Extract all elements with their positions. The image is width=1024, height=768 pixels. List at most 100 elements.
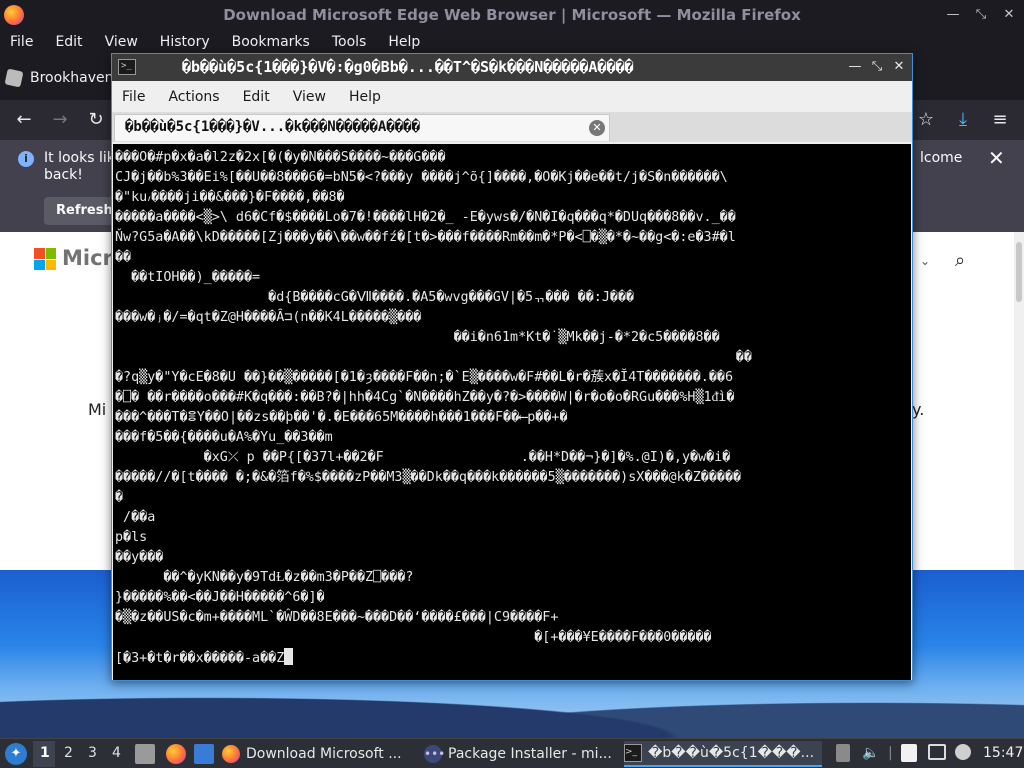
terminal-line: [�3+�t�r��x�����-a��Z [115, 648, 909, 668]
terminal-line: �[+���¥E����F���0����� [115, 630, 712, 645]
microsoft-logo-icon [34, 248, 56, 270]
terminal-line: ��y��� [115, 550, 164, 565]
firefox-launcher-icon[interactable] [166, 744, 186, 764]
restore-icon[interactable]: ⤡ [870, 58, 884, 76]
terminal-line: �xG⤫ p ��P{[�37l+��2�F .��H*D��¬}�]�%.@I… [115, 450, 731, 465]
close-icon[interactable]: ✕ [988, 146, 1005, 170]
terminal-tabbar: �b��ù�5c{1���}�V...�k���N�����A���� ✕ [112, 112, 912, 142]
display-icon[interactable] [928, 744, 946, 760]
terminal-line: �d{B����cG�Ⅶ����.�A5�wvg���GV|�5ᆩ��� ��:… [115, 290, 635, 305]
restore-icon[interactable]: ⤡ [972, 6, 990, 24]
clipboard-icon[interactable] [836, 744, 850, 762]
firefox-icon [222, 745, 240, 763]
terminal-titlebar[interactable]: >_ �b��ù�5c{1���}�V�:�g0�Bb�...��T^�S�k�… [112, 54, 912, 81]
terminal-line: Ňw?G5a�A��\kD�����[Zj���y��\��w��fź�[t�>… [115, 230, 736, 245]
terminal-line: ��tIOH��)_�����= [115, 270, 261, 285]
firefox-menubar: File Edit View History Bookmarks Tools H… [0, 30, 1024, 54]
firefox-window-controls: — ⤡ ✕ [944, 6, 1018, 24]
terminal-line: �⎕� ��r����o���#K�q���:��B?�|hh�4Cg`�N��… [115, 390, 735, 405]
terminal-menu-actions[interactable]: Actions [168, 89, 219, 105]
hamburger-menu-icon[interactable]: ≡ [988, 108, 1012, 132]
search-icon[interactable]: ⌕ [955, 250, 975, 271]
notification-text-right: lcome [920, 150, 963, 166]
page-text-left: Mi [88, 400, 107, 419]
terminal-tab[interactable]: �b��ù�5c{1���}�V...�k���N�����A���� ✕ [114, 114, 610, 141]
terminal-line: CJ�j��b%3��Ei%[��U��8���6�=bN5�<?���y ��… [115, 170, 728, 185]
task-package-installer[interactable]: ••• Package Installer - mi... [424, 741, 620, 767]
minimize-icon[interactable]: — [848, 58, 862, 76]
start-menu-icon[interactable]: ✦ [5, 743, 27, 765]
task-label: �b��ù�5c{1���... [648, 745, 815, 761]
volume-icon[interactable]: 🔈 [862, 745, 879, 761]
workspace-4[interactable]: 4 [112, 745, 121, 761]
terminal-line: p�ls [115, 530, 148, 545]
download-icon[interactable]: ⤓ [951, 108, 975, 132]
desktop-icon[interactable] [194, 744, 214, 764]
terminal-menu-edit[interactable]: Edit [243, 89, 270, 105]
terminal-window-controls: — ⤡ ✕ [848, 58, 906, 76]
terminal-app-icon: >_ [118, 59, 136, 75]
terminal-line: � [115, 490, 124, 505]
terminal-icon: >_ [624, 744, 642, 762]
workspace-1[interactable]: 1 [40, 745, 50, 761]
terminal-line: ���O�#p�x�a�l2z�2x[�(�y�N���S����~���G��… [115, 150, 446, 165]
terminal-menu-file[interactable]: File [122, 89, 145, 105]
terminal-output[interactable]: ���O�#p�x�a�l2z�2x[�(�y�N���S����~���G��… [113, 144, 911, 680]
clock: 15:47 [983, 745, 1024, 761]
terminal-line: ���^���T�ⴻY��O|��zs��ϸ��'�.�E���65M����h… [115, 410, 568, 425]
info-icon: i [18, 151, 34, 167]
menu-help[interactable]: Help [388, 34, 431, 50]
workspace-3[interactable]: 3 [88, 745, 97, 761]
bookmark-star-icon[interactable]: ☆ [914, 108, 938, 132]
close-tab-icon[interactable]: ✕ [589, 120, 605, 136]
terminal-line: /��a [115, 510, 156, 525]
close-icon[interactable]: ✕ [892, 58, 906, 76]
terminal-line: }�����%��<��J��H�����^6�]� [115, 590, 325, 605]
terminal-tab-label: �b��ù�5c{1���}�V...�k���N�����A���� [125, 119, 421, 135]
task-firefox[interactable]: Download Microsoft ... [222, 741, 418, 767]
network-icon[interactable] [955, 744, 971, 760]
back-arrow-icon[interactable]: ← [12, 108, 36, 132]
browser-tab[interactable]: Brookhaven [4, 62, 116, 94]
terminal-line: �"ku៸����ji��&���}�F����,��8� [115, 190, 345, 205]
terminal-line: �� [115, 250, 132, 265]
separator-icon: | [888, 745, 893, 761]
menu-view[interactable]: View [105, 34, 149, 50]
terminal-line: �� [115, 350, 752, 365]
task-label: Download Microsoft ... [246, 746, 402, 762]
file-manager-icon[interactable] [135, 744, 155, 764]
menu-history[interactable]: History [160, 34, 221, 50]
terminal-menu-view[interactable]: View [293, 89, 326, 105]
reload-icon[interactable]: ↻ [84, 108, 108, 132]
page-text-right: y. [912, 400, 925, 419]
menu-file[interactable]: File [10, 34, 44, 50]
notes-icon[interactable] [901, 744, 917, 762]
terminal-window-title: �b��ù�5c{1���}�V�:�g0�Bb�...��T^�S�k���N… [182, 58, 634, 76]
minimize-icon[interactable]: — [944, 6, 962, 24]
browser-tab-label: Brookhaven [30, 70, 114, 86]
forward-arrow-icon[interactable]: → [48, 108, 72, 132]
close-icon[interactable]: ✕ [1000, 6, 1018, 24]
terminal-line: �����a����<▒>\ d6�Cf�$����Lo�7�!����lH�2… [115, 210, 736, 225]
menu-edit[interactable]: Edit [55, 34, 93, 50]
chevron-down-icon[interactable]: ⌄ [920, 254, 930, 268]
roblox-icon [4, 68, 24, 88]
terminal-menu-help[interactable]: Help [349, 89, 381, 105]
terminal-line: �▒�z��US�c�m+����ML`�ŴD��8E���~���D��‘��… [115, 610, 559, 625]
firefox-window-title: Download Microsoft Edge Web Browser | Mi… [223, 6, 801, 24]
terminal-window: >_ �b��ù�5c{1���}�V�:�g0�Bb�...��T^�S�k�… [111, 53, 913, 681]
firefox-titlebar: Download Microsoft Edge Web Browser | Mi… [0, 0, 1024, 30]
terminal-line: �?q▒y�"Y�cE�8�U ��}��▒�����[�1�ȝ����F��n… [115, 370, 734, 385]
terminal-line: ���f�5��{����u�A%�Yu_��3��m [115, 430, 333, 445]
task-terminal[interactable]: >_ �b��ù�5c{1���... [624, 741, 822, 767]
menu-tools[interactable]: Tools [332, 34, 378, 50]
terminal-line: ��^�yKN��y�9TdⱢ�z��m3�P��Z⎕���? [115, 570, 414, 585]
workspace-2[interactable]: 2 [64, 745, 73, 761]
terminal-cursor [284, 648, 294, 665]
terminal-line: ��i�n61m*Kt�˙▒Mk��j-�*2�c5����8�� [115, 330, 720, 345]
task-label: Package Installer - mi... [448, 746, 612, 762]
terminal-line: ���w�ⱼ�/=�qt�Z@H����Ȃ⊐(n��K4L�����▒��� [115, 310, 422, 325]
terminal-output-lines: ���O�#p�x�a�l2z�2x[�(�y�N���S����~���G��… [115, 148, 909, 668]
terminal-menubar: File Actions Edit View Help [112, 82, 912, 112]
menu-bookmarks[interactable]: Bookmarks [232, 34, 321, 50]
